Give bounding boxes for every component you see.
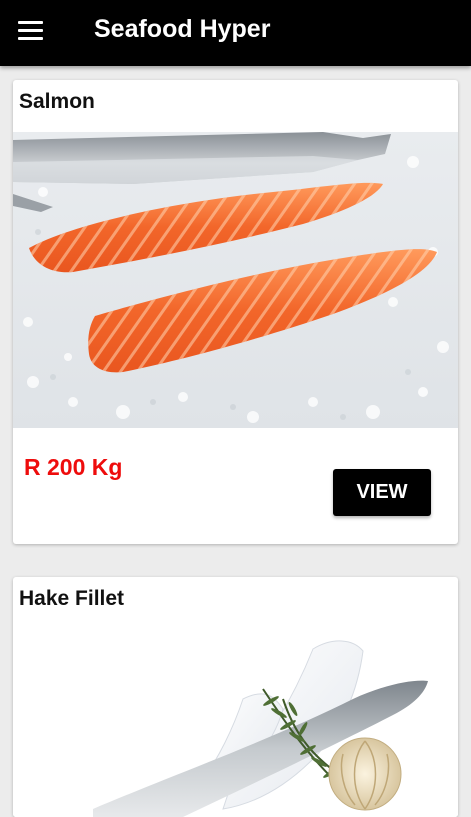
product-name: Salmon — [19, 90, 95, 113]
hake-fillet-image — [13, 629, 458, 817]
product-card-salmon: Salmon R 200 Kg VIEW — [13, 80, 458, 544]
product-price: R 200 Kg — [24, 454, 123, 480]
product-card-hake-fillet: Hake Fillet — [13, 577, 458, 817]
app-bar: Seafood Hyper — [0, 0, 471, 66]
hamburger-menu-icon[interactable] — [18, 21, 43, 40]
app-title: Seafood Hyper — [94, 15, 271, 43]
product-name: Hake Fillet — [19, 587, 125, 610]
salmon-image — [13, 132, 458, 428]
view-button[interactable]: VIEW — [333, 469, 431, 516]
